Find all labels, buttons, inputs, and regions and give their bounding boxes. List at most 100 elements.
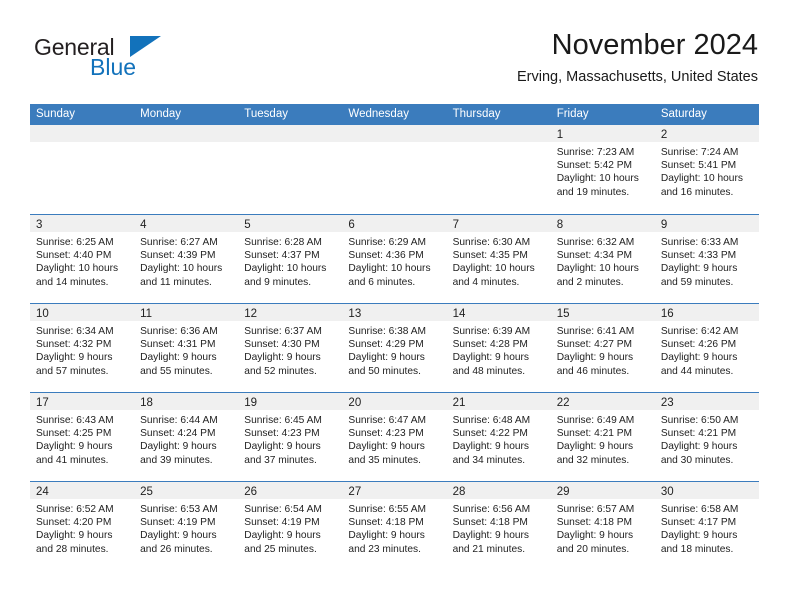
day-detail-line: Sunrise: 6:48 AM: [452, 415, 531, 426]
day-detail-line: Sunrise: 6:52 AM: [36, 504, 114, 515]
page-header: General Blue November 2024 Erving, Massa…: [34, 28, 758, 100]
calendar-day-cell[interactable]: 2 Sunrise: 7:24 AM Sunset: 5:41 PM Daylight…: [654, 125, 759, 214]
day-number-band: 19: [238, 393, 343, 410]
calendar-day-cell[interactable]: 29 Sunrise: 6:57 AM Sunset: 4:18 PM Dayligh…: [550, 482, 655, 570]
day-details: Sunrise: 6:25 AM Sunset: 4:40 PM Daylight:…: [30, 232, 134, 289]
day-number-band: [446, 125, 551, 142]
day-number-band: 28: [446, 482, 551, 499]
day-number: 30: [660, 486, 674, 498]
day-detail-line: Sunset: 4:39 PM: [140, 250, 216, 262]
day-detail-line: Daylight: 10 hours: [348, 263, 431, 275]
calendar-day-cell[interactable]: 7 Sunrise: 6:30 AM Sunset: 4:35 PM Daylight…: [446, 215, 551, 303]
day-detail-line: and 46 minutes.: [556, 365, 630, 377]
calendar-day-cell[interactable]: 10 Sunrise: 6:34 AM Sunset: 4:32 PM Dayligh…: [30, 304, 135, 392]
day-number-band: 29: [550, 482, 655, 499]
day-detail-line: Daylight: 9 hours: [452, 352, 530, 364]
day-detail-line: Daylight: 10 hours: [660, 173, 743, 185]
day-detail-line: Sunrise: 6:34 AM: [36, 326, 114, 337]
calendar-day-cell[interactable]: 3 Sunrise: 6:25 AM Sunset: 4:40 PM Daylight…: [30, 215, 135, 303]
calendar-day-cell[interactable]: 25 Sunrise: 6:53 AM Sunset: 4:19 PM Dayligh…: [134, 482, 239, 570]
day-detail-line: Sunrise: 6:33 AM: [660, 237, 739, 248]
day-detail-line: Sunrise: 6:36 AM: [140, 326, 218, 337]
day-detail-line: Sunset: 4:35 PM: [452, 250, 528, 262]
day-detail-line: Daylight: 9 hours: [348, 352, 425, 364]
calendar-day-cell[interactable]: 4 Sunrise: 6:27 AM Sunset: 4:39 PM Daylight…: [134, 215, 239, 303]
day-detail-line: Sunset: 4:20 PM: [36, 517, 112, 529]
calendar-day-cell[interactable]: 28 Sunrise: 6:56 AM Sunset: 4:18 PM Dayligh…: [446, 482, 551, 570]
calendar-day-cell[interactable]: 22 Sunrise: 6:49 AM Sunset: 4:21 PM Dayligh…: [550, 393, 655, 481]
calendar-day-cell[interactable]: 20 Sunrise: 6:47 AM Sunset: 4:23 PM Dayligh…: [342, 393, 447, 481]
day-number-band: 8: [550, 215, 655, 232]
day-number: 11: [140, 308, 153, 320]
day-number: 13: [348, 308, 362, 320]
day-detail-line: and 9 minutes.: [244, 276, 312, 288]
day-number: 16: [660, 308, 674, 320]
calendar-day-cell[interactable]: 18 Sunrise: 6:44 AM Sunset: 4:24 PM Dayligh…: [134, 393, 239, 481]
calendar-day-cell[interactable]: 5 Sunrise: 6:28 AM Sunset: 4:37 PM Daylight…: [238, 215, 343, 303]
calendar-day-cell[interactable]: 14 Sunrise: 6:39 AM Sunset: 4:28 PM Dayligh…: [446, 304, 551, 392]
calendar-day-cell[interactable]: 6 Sunrise: 6:29 AM Sunset: 4:36 PM Daylight…: [342, 215, 447, 303]
day-number-band: 2: [654, 125, 759, 142]
day-details: Sunrise: 6:42 AM Sunset: 4:26 PM Daylight:…: [655, 321, 759, 378]
day-detail-line: Daylight: 9 hours: [556, 441, 634, 453]
day-number-band: 17: [30, 393, 135, 410]
day-details: Sunrise: 6:37 AM Sunset: 4:30 PM Daylight:…: [238, 321, 342, 378]
day-detail-line: Sunset: 4:21 PM: [660, 428, 737, 440]
day-number: 3: [36, 219, 43, 231]
day-details: Sunrise: 6:32 AM Sunset: 4:34 PM Daylight:…: [551, 232, 655, 289]
day-detail-line: Sunrise: 6:44 AM: [140, 415, 218, 426]
calendar-day-cell[interactable]: 11 Sunrise: 6:36 AM Sunset: 4:31 PM Dayligh…: [134, 304, 239, 392]
day-number-band: 7: [446, 215, 551, 232]
day-detail-line: Sunrise: 6:43 AM: [36, 415, 114, 426]
calendar-day-cell[interactable]: 1 Sunrise: 7:23 AM Sunset: 5:42 PM Daylight…: [550, 125, 655, 214]
day-number-band: 10: [30, 304, 135, 321]
day-detail-line: Sunset: 4:30 PM: [244, 339, 320, 351]
day-detail-line: and 26 minutes.: [140, 543, 213, 555]
day-number: 8: [556, 219, 564, 231]
day-detail-line: Sunrise: 6:38 AM: [348, 326, 427, 337]
day-details: Sunrise: 6:52 AM Sunset: 4:20 PM Daylight:…: [30, 499, 134, 556]
calendar-day-cell[interactable]: 27 Sunrise: 6:55 AM Sunset: 4:18 PM Dayligh…: [342, 482, 447, 570]
day-detail-line: Daylight: 9 hours: [244, 441, 321, 453]
day-number-band: 27: [342, 482, 447, 499]
day-number-band: 16: [654, 304, 759, 321]
calendar-day-cell[interactable]: 17 Sunrise: 6:43 AM Sunset: 4:25 PM Dayligh…: [30, 393, 135, 481]
day-detail-line: Sunrise: 6:58 AM: [660, 504, 739, 515]
day-detail-line: Sunset: 5:42 PM: [556, 160, 633, 172]
day-detail-line: and 34 minutes.: [452, 454, 526, 466]
day-detail-line: Daylight: 9 hours: [556, 352, 634, 364]
calendar-day-cell[interactable]: 19 Sunrise: 6:45 AM Sunset: 4:23 PM Dayligh…: [238, 393, 343, 481]
calendar-day-cell[interactable]: 12 Sunrise: 6:37 AM Sunset: 4:30 PM Dayligh…: [238, 304, 343, 392]
day-detail-line: Sunset: 4:29 PM: [348, 339, 424, 351]
day-detail-line: Daylight: 9 hours: [348, 530, 425, 542]
day-number: 29: [556, 486, 570, 498]
day-number: 20: [348, 397, 362, 409]
day-details: Sunrise: 6:57 AM Sunset: 4:18 PM Daylight:…: [551, 499, 655, 556]
day-detail-line: Sunrise: 6:57 AM: [556, 504, 635, 515]
day-details: Sunrise: 6:41 AM Sunset: 4:27 PM Daylight:…: [551, 321, 655, 378]
calendar-day-cell[interactable]: 30 Sunrise: 6:58 AM Sunset: 4:17 PM Dayligh…: [654, 482, 759, 570]
page-title: November 2024: [551, 29, 758, 61]
day-detail-line: Sunset: 4:19 PM: [140, 517, 216, 529]
calendar-day-cell[interactable]: 21 Sunrise: 6:48 AM Sunset: 4:22 PM Dayligh…: [446, 393, 551, 481]
day-detail-line: Sunrise: 6:42 AM: [660, 326, 739, 337]
day-number: 21: [452, 397, 466, 409]
day-details: [447, 142, 551, 146]
general-blue-logo[interactable]: General Blue: [34, 36, 234, 92]
day-number: 22: [556, 397, 570, 409]
day-detail-line: Daylight: 9 hours: [140, 530, 217, 542]
day-number: 23: [660, 397, 674, 409]
calendar-day-cell[interactable]: 9 Sunrise: 6:33 AM Sunset: 4:33 PM Daylight…: [654, 215, 759, 303]
day-detail-line: Daylight: 9 hours: [452, 441, 530, 453]
day-number-band: 12: [238, 304, 343, 321]
calendar-day-cell[interactable]: 13 Sunrise: 6:38 AM Sunset: 4:29 PM Dayligh…: [342, 304, 447, 392]
calendar-day-cell[interactable]: 26 Sunrise: 6:54 AM Sunset: 4:19 PM Dayligh…: [238, 482, 343, 570]
calendar-day-cell[interactable]: 8 Sunrise: 6:32 AM Sunset: 4:34 PM Daylight…: [550, 215, 655, 303]
day-detail-line: Sunset: 4:17 PM: [660, 517, 737, 529]
day-detail-line: Daylight: 9 hours: [36, 352, 113, 364]
calendar-day-cell[interactable]: 16 Sunrise: 6:42 AM Sunset: 4:26 PM Dayligh…: [654, 304, 759, 392]
logo-text-blue: Blue: [90, 54, 137, 80]
calendar-day-cell[interactable]: 15 Sunrise: 6:41 AM Sunset: 4:27 PM Dayligh…: [550, 304, 655, 392]
calendar-day-cell[interactable]: 23 Sunrise: 6:50 AM Sunset: 4:21 PM Dayligh…: [654, 393, 759, 481]
calendar-day-cell[interactable]: 24 Sunrise: 6:52 AM Sunset: 4:20 PM Dayligh…: [30, 482, 135, 570]
